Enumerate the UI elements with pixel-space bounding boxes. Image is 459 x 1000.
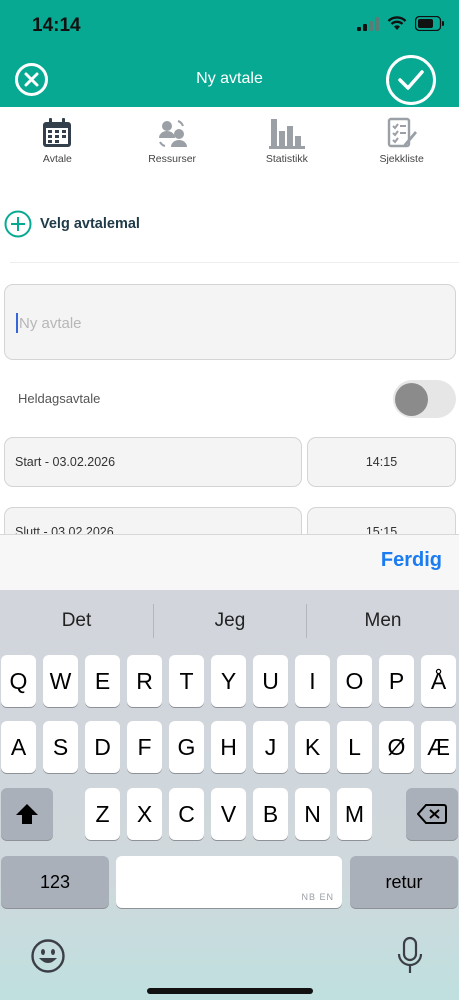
save-button[interactable] bbox=[386, 55, 436, 105]
key[interactable]: K bbox=[295, 721, 330, 773]
key[interactable]: L bbox=[337, 721, 372, 773]
resources-icon bbox=[159, 120, 188, 147]
key[interactable]: Æ bbox=[421, 721, 456, 773]
done-button[interactable]: Ferdig bbox=[381, 549, 442, 572]
suggestion-bar: Det Jeg Men bbox=[0, 604, 459, 638]
onscreen-keyboard: Det Jeg Men Q W E R T Y U I O P Å A S D … bbox=[0, 590, 459, 1000]
key[interactable]: A bbox=[1, 721, 36, 773]
all-day-label: Heldagsavtale bbox=[18, 391, 101, 406]
key[interactable]: Y bbox=[211, 655, 246, 707]
return-key[interactable]: retur bbox=[350, 856, 458, 908]
start-time-value: 14:15 bbox=[365, 455, 398, 469]
key[interactable]: B bbox=[253, 788, 288, 840]
key[interactable]: C bbox=[169, 788, 204, 840]
tab-label: Sjekkliste bbox=[379, 153, 424, 165]
suggestion[interactable]: Jeg bbox=[153, 604, 306, 638]
battery-icon bbox=[415, 16, 444, 31]
status-time: 14:14 bbox=[32, 15, 81, 36]
key[interactable]: N bbox=[295, 788, 330, 840]
backspace-icon bbox=[417, 804, 447, 824]
wifi-icon bbox=[387, 16, 407, 30]
title-placeholder: Ny avtale bbox=[19, 315, 82, 332]
tab-label: Avtale bbox=[42, 153, 72, 165]
key[interactable]: Z bbox=[85, 788, 120, 840]
cellular-signal-icon bbox=[357, 16, 379, 31]
shift-icon bbox=[16, 804, 38, 824]
status-icons bbox=[357, 16, 445, 31]
key[interactable]: I bbox=[295, 655, 330, 707]
key[interactable]: F bbox=[127, 721, 162, 773]
key[interactable]: Å bbox=[421, 655, 456, 707]
backspace-key[interactable] bbox=[406, 788, 458, 840]
suggestion[interactable]: Det bbox=[0, 604, 153, 638]
key[interactable]: P bbox=[379, 655, 414, 707]
plus-circle-icon bbox=[4, 210, 32, 238]
key[interactable]: Ø bbox=[379, 721, 414, 773]
key[interactable]: E bbox=[85, 655, 120, 707]
key[interactable]: M bbox=[337, 788, 372, 840]
key[interactable]: D bbox=[85, 721, 120, 773]
key[interactable]: O bbox=[337, 655, 372, 707]
key[interactable]: G bbox=[169, 721, 204, 773]
start-time-field[interactable]: 14:15 bbox=[307, 437, 456, 487]
divider bbox=[10, 262, 459, 263]
start-date-value: Start - 03.02.2026 bbox=[15, 455, 116, 469]
tab-ressurser[interactable]: Ressurser bbox=[115, 107, 230, 177]
key[interactable]: H bbox=[211, 721, 246, 773]
all-day-toggle[interactable] bbox=[393, 380, 456, 418]
key[interactable]: U bbox=[253, 655, 288, 707]
home-indicator[interactable] bbox=[147, 988, 313, 994]
choose-template-button[interactable]: Velg avtalemal bbox=[4, 210, 140, 238]
tab-label: Statistikk bbox=[265, 153, 308, 165]
bar-chart-icon bbox=[268, 119, 305, 149]
key[interactable]: R bbox=[127, 655, 162, 707]
key[interactable]: J bbox=[253, 721, 288, 773]
keyboard-accessory-bar: Ferdig bbox=[0, 534, 459, 590]
suggestion[interactable]: Men bbox=[306, 604, 459, 638]
language-indicator: NB EN bbox=[301, 892, 334, 902]
title-input[interactable]: Ny avtale bbox=[4, 284, 456, 360]
tab-avtale[interactable]: Avtale bbox=[0, 107, 115, 177]
check-icon bbox=[398, 70, 424, 90]
numbers-key[interactable]: 123 bbox=[1, 856, 109, 908]
shift-key[interactable] bbox=[1, 788, 53, 840]
choose-template-label: Velg avtalemal bbox=[40, 216, 140, 232]
space-key[interactable]: NB EN bbox=[116, 856, 342, 908]
key[interactable]: S bbox=[43, 721, 78, 773]
app-header: 14:14 Ny avtale bbox=[0, 0, 459, 107]
key[interactable]: V bbox=[211, 788, 246, 840]
tab-sjekkliste[interactable]: Sjekkliste bbox=[344, 107, 459, 177]
emoji-icon[interactable] bbox=[30, 938, 66, 974]
key[interactable]: Q bbox=[1, 655, 36, 707]
tab-label: Ressurser bbox=[148, 153, 197, 165]
key[interactable]: W bbox=[43, 655, 78, 707]
tab-statistikk[interactable]: Statistikk bbox=[230, 107, 345, 177]
start-date-field[interactable]: Start - 03.02.2026 bbox=[4, 437, 302, 487]
key[interactable]: X bbox=[127, 788, 162, 840]
text-caret bbox=[16, 313, 18, 333]
checklist-icon bbox=[387, 117, 417, 148]
toggle-knob bbox=[395, 383, 428, 416]
tab-bar: Avtale Ressurser Statistikk Sjekkliste bbox=[0, 107, 459, 177]
key[interactable]: T bbox=[169, 655, 204, 707]
calendar-icon bbox=[43, 118, 72, 147]
microphone-icon[interactable] bbox=[396, 936, 424, 976]
